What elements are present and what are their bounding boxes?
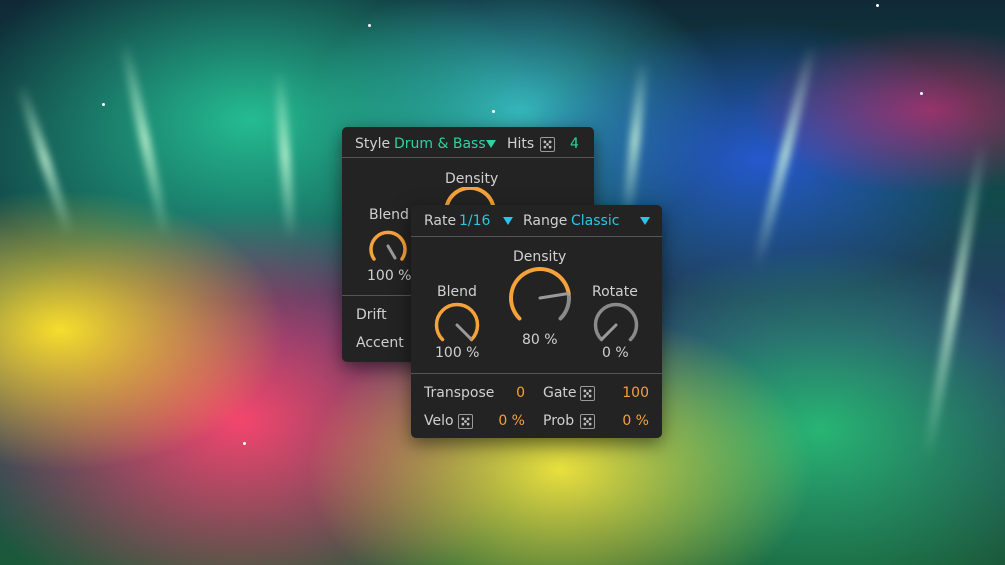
density-label: Density: [513, 249, 567, 265]
rate-dropdown[interactable]: 1/16: [459, 213, 490, 229]
gate-label: Gate: [543, 385, 577, 401]
prob-label: Prob: [543, 413, 575, 429]
rotate-knob[interactable]: [592, 301, 640, 349]
gate-value[interactable]: 100: [607, 385, 649, 401]
dice-icon[interactable]: [540, 137, 555, 152]
triangle-down-icon[interactable]: [503, 217, 513, 225]
transpose-value[interactable]: 0: [501, 385, 525, 401]
dice-icon[interactable]: [580, 386, 595, 401]
rate-label: Rate: [424, 213, 457, 229]
velo-label: Velo: [424, 413, 454, 429]
density-label: Density: [445, 171, 499, 187]
front-device-panel: Rate 1/16 Range Classic Density 80 % Ble…: [411, 205, 662, 438]
range-dropdown[interactable]: Classic: [571, 213, 619, 229]
blend-label: Blend: [369, 207, 409, 223]
style-label: Style: [355, 136, 391, 152]
density-knob[interactable]: [440, 187, 500, 207]
dice-icon[interactable]: [580, 414, 595, 429]
blend-knob[interactable]: [433, 301, 481, 349]
blend-label: Blend: [437, 284, 477, 300]
blend-value: 100 %: [435, 345, 480, 361]
transpose-label: Transpose: [424, 385, 495, 401]
velo-value[interactable]: 0 %: [491, 413, 525, 429]
blend-knob[interactable]: [365, 223, 411, 269]
triangle-down-icon[interactable]: [640, 217, 650, 225]
prob-value[interactable]: 0 %: [615, 413, 649, 429]
density-knob[interactable]: [507, 265, 573, 331]
drift-label: Drift: [356, 307, 387, 323]
range-label: Range: [523, 213, 568, 229]
rotate-label: Rotate: [592, 284, 638, 300]
blend-value: 100 %: [367, 268, 412, 284]
accent-label: Accent: [356, 335, 404, 351]
rotate-value: 0 %: [602, 345, 629, 361]
density-value: 80 %: [522, 332, 558, 348]
hits-value[interactable]: 4: [570, 136, 579, 152]
hits-label: Hits: [507, 136, 535, 152]
dice-icon[interactable]: [458, 414, 473, 429]
style-dropdown[interactable]: Drum & Bass: [394, 136, 486, 152]
triangle-down-icon[interactable]: [486, 140, 496, 148]
